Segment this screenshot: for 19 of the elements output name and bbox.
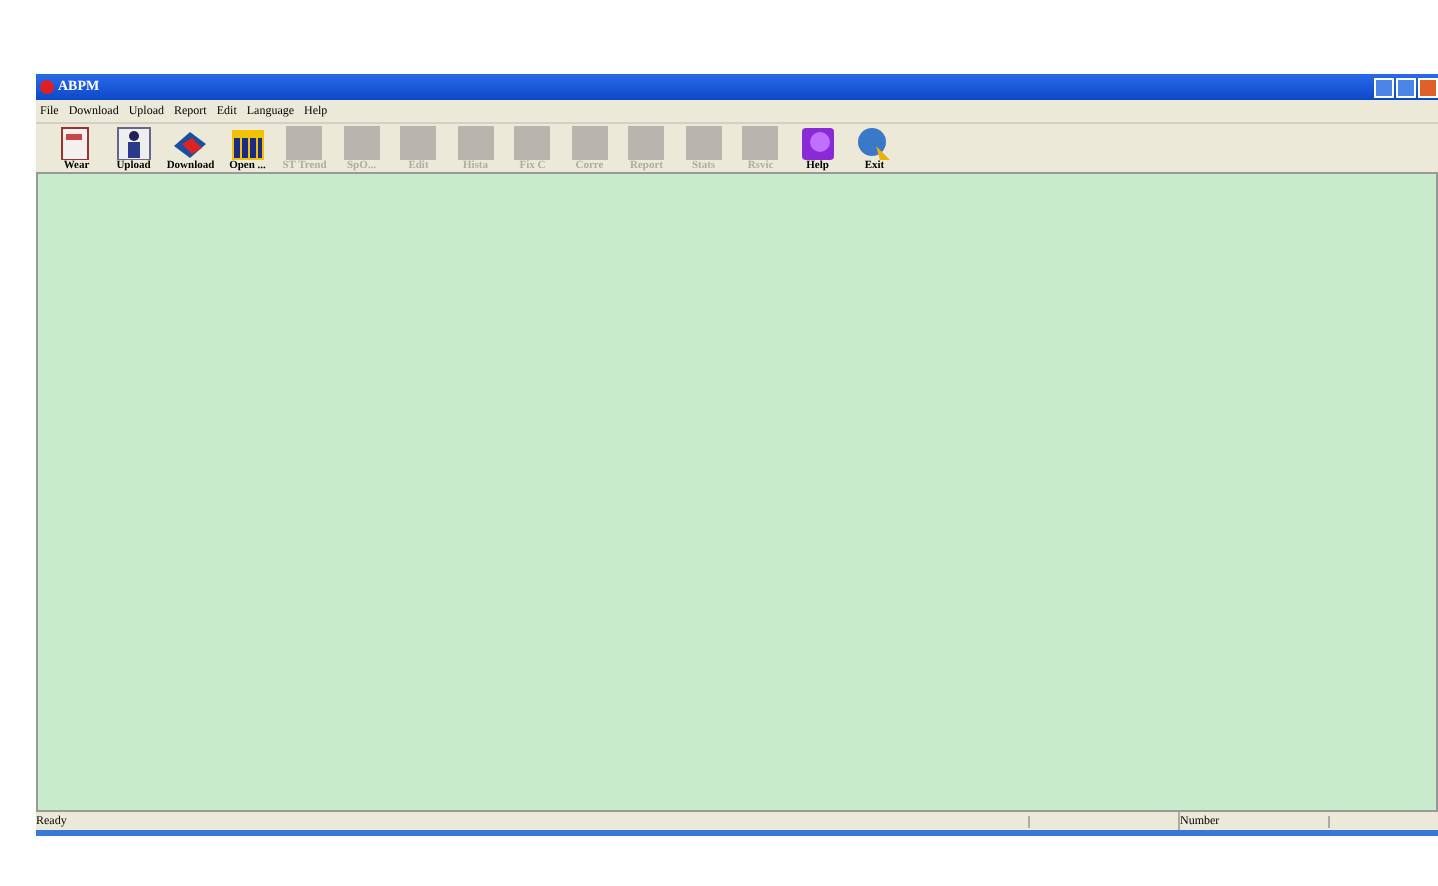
person-icon <box>115 126 152 159</box>
toolbar-icon <box>514 126 551 159</box>
globe-icon <box>856 126 893 159</box>
toolbar-icon <box>286 126 323 159</box>
toolbar-icon <box>742 126 779 159</box>
minimize-button[interactable] <box>1374 77 1394 97</box>
toolbar-icon <box>571 126 608 159</box>
toolbar-icon <box>400 126 437 159</box>
maximize-button[interactable] <box>1396 77 1416 97</box>
book-icon <box>172 126 209 159</box>
app-icon <box>40 80 54 94</box>
people-icon <box>229 126 266 159</box>
toolbar-icon <box>685 126 722 159</box>
toolbar-icon <box>343 126 380 159</box>
device-icon <box>58 126 95 159</box>
toolbar-icon <box>457 126 494 159</box>
help-icon <box>799 126 836 159</box>
close-button[interactable] <box>1418 77 1438 97</box>
toolbar-icon <box>628 126 665 159</box>
